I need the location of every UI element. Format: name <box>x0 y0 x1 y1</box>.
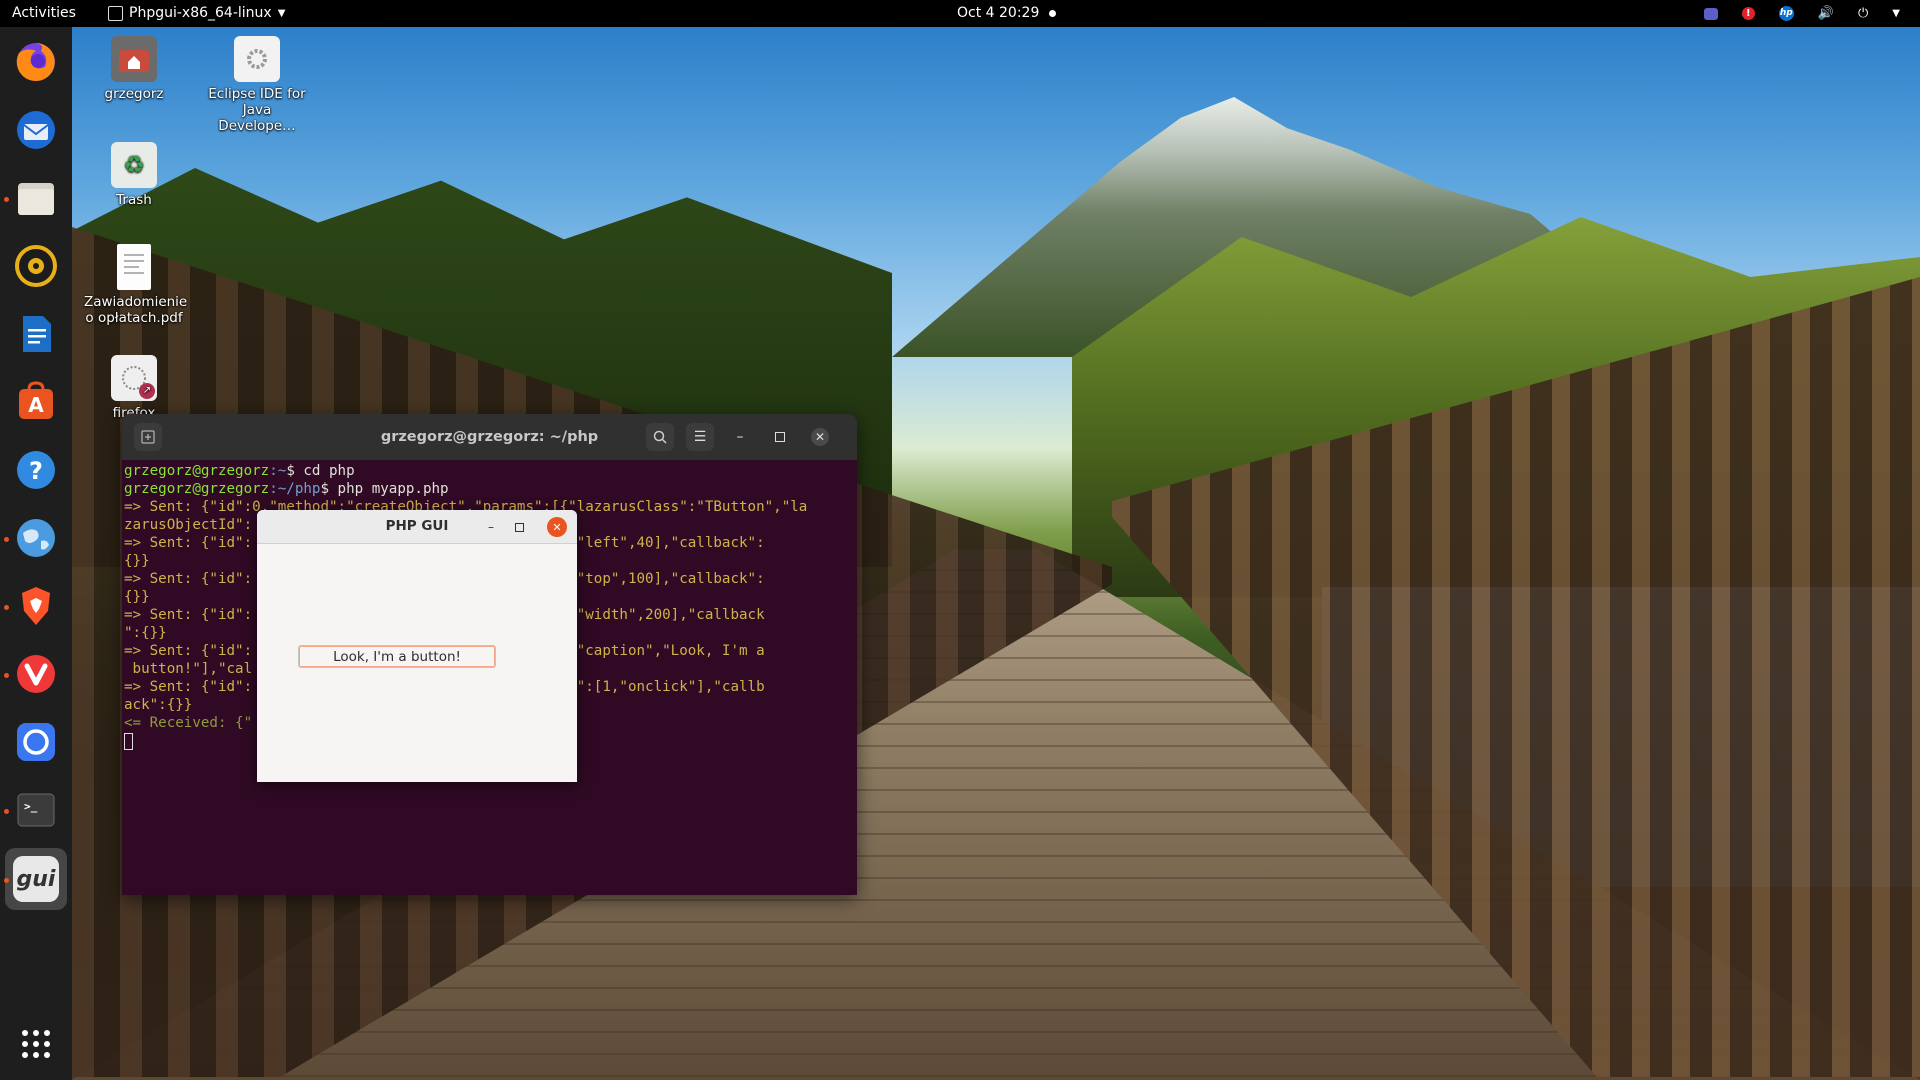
dock-item-software[interactable]: A <box>13 379 59 425</box>
svg-text:A: A <box>28 393 44 417</box>
clock[interactable]: Oct 4 20:29 <box>957 0 1039 27</box>
desktop-icon-pdf[interactable]: Zawiadomienie o opłatach.pdf <box>84 244 188 326</box>
hp-icon[interactable]: hp <box>1778 6 1794 21</box>
desktop-icon-label: Zawiadomienie o opłatach.pdf <box>84 294 188 326</box>
show-applications-button[interactable] <box>13 1021 59 1067</box>
dock-item-writer[interactable] <box>13 311 59 357</box>
brave-icon <box>22 587 50 625</box>
desktop-icon-eclipse[interactable]: Eclipse IDE for Java Develope… <box>207 36 307 134</box>
dock-item-firefox[interactable] <box>13 39 59 85</box>
teams-icon[interactable] <box>1703 7 1718 20</box>
terminal-icon: >_ <box>17 793 55 827</box>
globe-icon <box>17 519 55 557</box>
running-indicator <box>4 809 9 814</box>
dock: A ? >_ gui <box>0 27 72 1080</box>
software-icon: A <box>19 381 53 419</box>
signal-icon <box>17 723 55 761</box>
close-icon: ✕ <box>552 520 562 534</box>
activities-button[interactable]: Activities <box>12 0 76 27</box>
running-indicator <box>4 673 9 678</box>
pdf-document-icon <box>117 244 151 290</box>
maximize-button[interactable] <box>766 423 794 451</box>
grid-icon <box>22 1030 50 1058</box>
shortcut-arrow-icon: ↗ <box>139 383 155 399</box>
chevron-down-icon: ▼ <box>277 8 286 19</box>
firefox-icon <box>16 43 55 81</box>
desktop-icon-label: grzegorz <box>104 86 164 102</box>
desktop-icon-label: Eclipse IDE for Java Develope… <box>208 86 306 134</box>
writer-icon <box>23 316 51 352</box>
files-icon <box>18 183 54 215</box>
dock-item-globe[interactable] <box>13 515 59 561</box>
phpgui-close-button[interactable]: ✕ <box>547 517 567 537</box>
alert-icon[interactable]: ! <box>1741 7 1755 20</box>
look-im-a-button[interactable]: Look, I'm a button! <box>298 645 496 668</box>
trash-icon: ♻ <box>111 142 157 188</box>
phpgui-window[interactable]: PHP GUI – ✕ Look, I'm a button! <box>257 510 577 782</box>
dock-item-phpgui[interactable]: gui <box>13 856 59 902</box>
desktop-icon-trash[interactable]: ♻ Trash <box>84 142 184 208</box>
hamburger-icon: ☰ <box>693 429 707 445</box>
dock-item-files[interactable] <box>13 175 59 221</box>
svg-text:?: ? <box>29 457 43 485</box>
dock-item-vivaldi[interactable] <box>13 651 59 697</box>
rhythmbox-icon <box>15 245 57 287</box>
system-tray: ! hp 🔊 ⏻ ▼ <box>1703 0 1900 27</box>
dock-item-help[interactable]: ? <box>13 447 59 493</box>
running-indicator <box>4 537 9 542</box>
minimize-icon: – <box>736 429 744 445</box>
power-icon[interactable]: ⏻ <box>1858 0 1868 27</box>
phpgui-minimize-button[interactable]: – <box>481 517 501 537</box>
app-menu[interactable]: Phpgui-x86_64-linux ▼ <box>108 0 285 27</box>
dock-item-rhythmbox[interactable] <box>13 243 59 289</box>
volume-icon[interactable]: 🔊 <box>1818 0 1834 27</box>
firefox-shortcut-icon: ↗ <box>111 355 157 401</box>
notification-dot <box>1049 10 1056 17</box>
search-icon <box>653 430 667 444</box>
help-icon: ? <box>17 451 55 489</box>
terminal-titlebar[interactable]: grzegorz@grzegorz: ~/php ☰ – ✕ <box>122 414 857 460</box>
phpgui-title: PHP GUI <box>385 518 449 534</box>
minimize-icon: – <box>488 520 494 534</box>
running-indicator <box>4 605 9 610</box>
vivaldi-icon <box>17 655 55 693</box>
close-icon: ✕ <box>811 428 829 446</box>
dock-item-signal[interactable] <box>13 719 59 765</box>
search-button[interactable] <box>646 423 674 451</box>
dock-item-brave[interactable] <box>13 583 59 629</box>
svg-text:>_: >_ <box>24 800 38 813</box>
desktop-icon-firefox-shortcut[interactable]: ↗ firefox <box>84 355 184 421</box>
hamburger-menu-button[interactable]: ☰ <box>686 423 714 451</box>
thunderbird-icon <box>17 111 55 149</box>
app-window-icon <box>108 6 123 21</box>
close-button[interactable]: ✕ <box>806 423 834 451</box>
gui-icon: gui <box>16 866 56 892</box>
chevron-down-icon[interactable]: ▼ <box>1892 0 1900 27</box>
terminal-line: grzegorz@grzegorz:~/php$ php myapp.php <box>124 481 449 497</box>
desktop-icon-home[interactable]: grzegorz <box>84 36 184 102</box>
minimize-button[interactable]: – <box>726 423 754 451</box>
app-menu-label: Phpgui-x86_64-linux <box>129 5 272 21</box>
maximize-icon <box>514 522 524 532</box>
desktop-icon-label: Trash <box>116 192 152 208</box>
running-indicator <box>4 197 9 202</box>
dock-item-terminal[interactable]: >_ <box>13 787 59 833</box>
text-cursor <box>124 732 133 750</box>
phpgui-titlebar[interactable]: PHP GUI – ✕ <box>257 510 577 544</box>
terminal-line: grzegorz@grzegorz:~$ cd php <box>124 463 355 479</box>
maximize-icon <box>775 432 785 442</box>
home-folder-icon <box>111 36 157 82</box>
dock-item-thunderbird[interactable] <box>13 107 59 153</box>
running-indicator <box>4 878 9 883</box>
eclipse-icon <box>234 36 280 82</box>
phpgui-maximize-button[interactable] <box>509 517 529 537</box>
top-bar: Activities Phpgui-x86_64-linux ▼ Oct 4 2… <box>0 0 1920 27</box>
